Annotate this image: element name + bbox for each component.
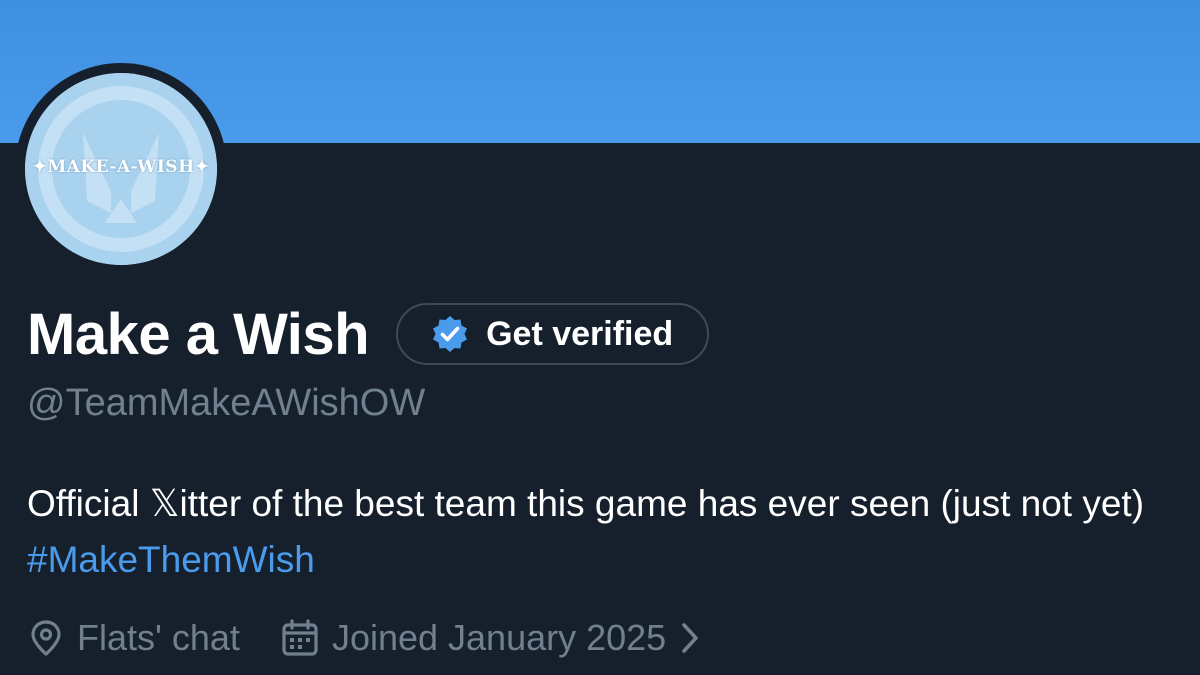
bio-text: Official 𝕏itter of the best team this ga… <box>27 483 1145 524</box>
get-verified-label: Get verified <box>486 314 674 353</box>
joined-item: Joined January 2025 <box>280 617 712 659</box>
location-item: Flats' chat <box>27 617 240 659</box>
avatar-logo-text: ✦MAKE-A-WISH✦ <box>32 157 210 177</box>
verified-badge-icon <box>433 316 468 352</box>
joined-text: Joined January 2025 <box>331 617 667 658</box>
location-pin-icon <box>31 620 61 656</box>
avatar[interactable]: ✦MAKE-A-WISH✦ <box>25 73 217 265</box>
profile-meta-row: Flats' chat Joined January 2025 <box>27 614 712 662</box>
user-handle: @TeamMakeAWishOW <box>27 382 426 424</box>
get-verified-button[interactable]: Get verified <box>396 303 710 365</box>
profile-bio: Official 𝕏itter of the best team this ga… <box>27 476 1187 588</box>
chevron-right-icon[interactable] <box>680 621 700 655</box>
calendar-icon <box>282 619 318 656</box>
bio-hashtag-link[interactable]: #MakeThemWish <box>27 539 315 580</box>
name-row: Make a Wish Get verified <box>27 298 710 370</box>
display-name: Make a Wish <box>27 301 370 367</box>
location-text: Flats' chat <box>77 617 240 658</box>
